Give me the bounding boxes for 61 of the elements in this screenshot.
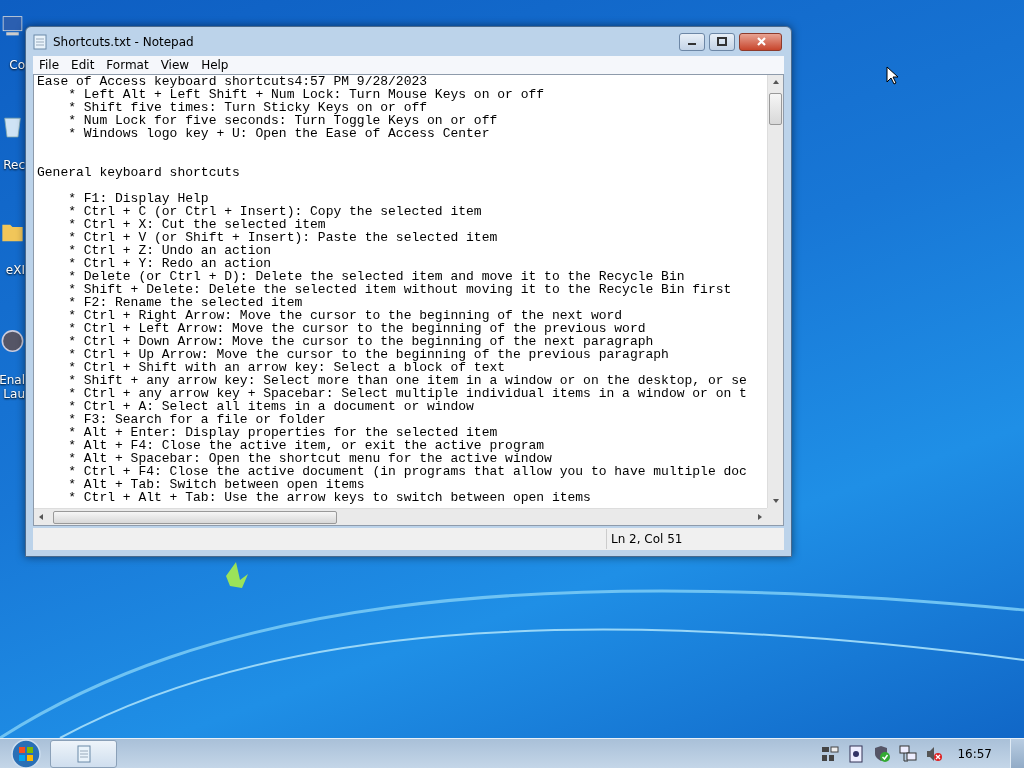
text-line: * Ctrl + any arrow key + Spacebar: Select multiple individual items in a window or on t [68,386,747,401]
text-line: * Alt + Tab: Switch between open items [68,477,365,492]
menu-item[interactable]: Format [102,57,153,73]
text-line: * Ctrl + Right Arrow: Move the cursor to the beginning of the next word [68,308,623,323]
cursor-position: Ln 2, Col 51 [606,529,784,549]
desktop-icon-label[interactable]: Rec [3,158,25,172]
window-title: Shortcuts.txt - Notepad [53,33,194,51]
menu-item[interactable]: File [35,57,64,73]
menu-item[interactable]: Edit [67,57,99,73]
desktop-icon-label[interactable]: eXI [5,263,25,277]
text-line: * Ctrl + Shift with an arrow key: Select a block of text [68,360,506,375]
minimize-button[interactable] [679,32,705,51]
text-line: * Windows logo key + U: Open the Ease of Access Center [68,126,490,141]
network-icon[interactable] [899,744,918,763]
text-line: * Delete (or Ctrl + D): Delete the selected item and move it to the Recycle Bin [68,269,685,284]
mouse-cursor-icon [886,66,898,85]
scrollbar-thumb[interactable] [53,510,337,524]
text-line: General keyboard shortcuts [37,166,241,179]
menu-item[interactable]: View [156,57,194,73]
scrollbar-thumb[interactable] [769,93,782,125]
text-line: * Shift five times: Turn Sticky Keys on or off [68,100,428,115]
text-line: * Ctrl + Down Arrow: Move the cursor to the beginning of the next paragraph [68,334,654,349]
text-line: * Ctrl + Left Arrow: Move the cursor to the beginning of the previous word [68,321,646,336]
close-icon [756,36,766,47]
notepad-icon [33,34,47,50]
vertical-scrollbar[interactable] [767,75,783,508]
text-line: * Num Lock for five seconds: Turn Toggle Keys on or off [68,113,498,128]
document-tray-icon[interactable] [847,744,866,763]
text-line: * Alt + Enter: Display properties for the selected item [68,425,498,440]
horizontal-scrollbar[interactable] [34,508,767,525]
text-line: * Shift + Delete: Delete the selected item without moving it to the Recycle Bin first [68,282,732,297]
text-line: * F2: Rename the selected item [68,295,303,310]
maximize-button[interactable] [709,32,735,51]
start-button-icon[interactable] [8,738,44,768]
desktop-icon-label[interactable]: Co [9,58,25,72]
notepad-icon [75,744,92,763]
text-line: * Shift + any arrow key: Select more than one item in a window or on the desktop, or se [68,373,747,388]
menu-item[interactable]: Help [197,57,233,73]
text-line: * Ctrl + Y: Redo an action [68,256,272,271]
desktop-icon-label[interactable]: Enal [0,373,25,387]
app-tray-icon[interactable] [821,744,840,763]
text-line: * Left Alt + Left Shift + Num Lock: Turn Mouse Keys on or off [68,87,545,102]
text-line: * F3: Search for a file or folder [68,412,326,427]
maximize-icon [717,37,727,46]
taskbar-clock[interactable]: 16:57 [957,744,992,763]
shield-check-icon[interactable] [873,744,892,763]
text-line: * Ctrl + F4: Close the active document (in programs that allow you to have multiple doc [68,464,747,479]
text-line: * Ctrl + A: Select all items in a document or window [68,399,474,414]
minimize-icon [687,43,697,45]
close-button[interactable] [739,32,782,51]
desktop-icon-label[interactable]: Lau [3,387,25,401]
text-line: * Ctrl + C (or Ctrl + Insert): Copy the selected item [68,204,482,219]
text-line: * Ctrl + Up Arrow: Move the cursor to the beginning of the previous paragraph [68,347,669,362]
text-line: * F1: Display Help [68,191,209,206]
text-line: * Alt + F4: Close the active item, or exit the active program [68,438,545,453]
text-line: * Ctrl + Alt + Tab: Use the arrow keys to switch between open items [68,490,591,505]
text-line: Ease of Access keyboard shortcuts4:57 PM 9/28/2023 [37,75,429,88]
text-line: * Ctrl + X: Cut the selected item [68,217,326,232]
text-line: * Ctrl + Z: Undo an action [68,243,272,258]
text-line: * Ctrl + V (or Shift + Insert): Paste the selected item [68,230,498,245]
text-line: * Alt + Spacebar: Open the shortcut menu for the active window [68,451,552,466]
